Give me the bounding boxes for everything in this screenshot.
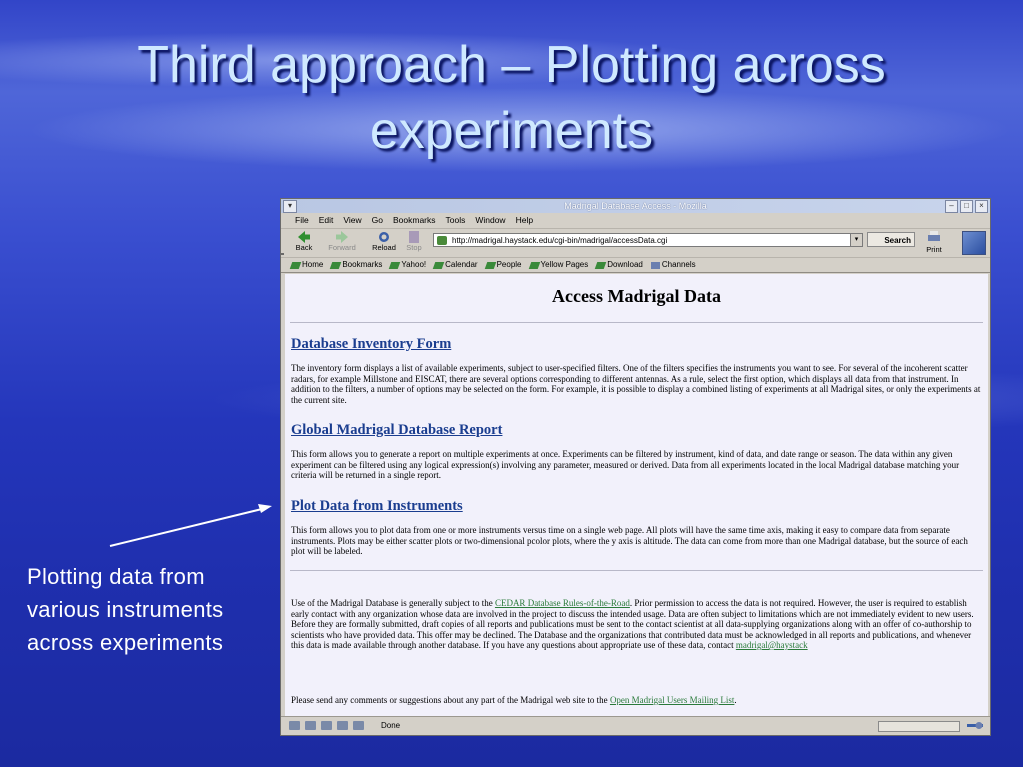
address-book-icon[interactable] <box>337 721 348 730</box>
menu-edit[interactable]: Edit <box>319 213 334 228</box>
global-report-text: This form allows you to generate a repor… <box>291 449 960 480</box>
page-content: Access Madrigal Data Database Inventory … <box>285 274 988 717</box>
bookmark-icon <box>594 261 607 269</box>
menu-bookmarks[interactable]: Bookmarks <box>393 213 436 228</box>
inventory-form-text: The inventory form displays a list of av… <box>291 363 981 405</box>
menu-help[interactable]: Help <box>516 213 533 228</box>
plot-data-link[interactable]: Plot Data from Instruments <box>291 498 983 515</box>
window-menu-icon[interactable]: ▾ <box>283 200 297 213</box>
rules-of-the-road-link[interactable]: CEDAR Database Rules-of-the-Road <box>495 598 630 608</box>
caption-line: various instruments <box>27 597 224 622</box>
bookmark-icon <box>528 261 540 269</box>
caption-line: Plotting data from <box>27 564 205 589</box>
channels-icon <box>650 261 660 269</box>
title-bar: ▾ Madrigal Database Access - Mozilla – □… <box>281 199 990 213</box>
bookmarks-toolbar: Home Bookmarks Yahoo! Calendar People Ye… <box>281 258 990 273</box>
menu-file[interactable]: File <box>295 213 309 228</box>
menu-tools[interactable]: Tools <box>446 213 466 228</box>
section-global-report: Global Madrigal Database Report This for… <box>291 422 983 481</box>
back-label: Back <box>295 243 313 252</box>
print-button[interactable]: Print <box>921 231 947 254</box>
bookmark-calendar[interactable]: Calendar <box>432 258 478 272</box>
slide-title-line1: Third approach – Plotting across <box>137 36 886 94</box>
menu-window[interactable]: Window <box>475 213 505 228</box>
close-icon[interactable]: × <box>975 200 988 213</box>
divider <box>290 322 983 323</box>
slide: { "slide": { "title_line1": "Third appro… <box>0 0 1023 767</box>
search-button[interactable]: Search <box>867 232 915 247</box>
global-report-link[interactable]: Global Madrigal Database Report <box>291 422 983 439</box>
url-input[interactable]: http://madrigal.haystack.edu/cgi-bin/mad… <box>433 233 863 247</box>
section-inventory: Database Inventory Form The inventory fo… <box>291 336 983 405</box>
stop-icon <box>409 231 419 243</box>
usage-text: Use of the Madrigal Database is generall… <box>291 598 974 650</box>
maximize-icon[interactable]: □ <box>960 200 973 213</box>
menu-view[interactable]: View <box>343 213 361 228</box>
chat-icon[interactable] <box>353 721 364 730</box>
navigation-toolbar: Back Forward Reload Stop http://madrigal… <box>281 229 990 258</box>
reload-icon <box>379 232 389 242</box>
bookmark-icon <box>484 261 496 269</box>
url-text: http://madrigal.haystack.edu/cgi-bin/mad… <box>452 236 668 245</box>
plot-data-text: This form allows you to plot data from o… <box>291 525 968 556</box>
bookmark-icon <box>432 261 445 269</box>
composer-icon[interactable] <box>321 721 332 730</box>
search-label: Search <box>884 236 911 245</box>
bookmark-home[interactable]: Home <box>289 258 323 272</box>
slide-title: Third approach – Plotting across experim… <box>0 32 1023 164</box>
bookmark-icon <box>389 261 401 269</box>
home-icon <box>289 261 302 269</box>
page-title: Access Madrigal Data <box>552 286 721 306</box>
status-bar: Done <box>281 716 990 735</box>
stop-button[interactable]: Stop <box>399 231 429 252</box>
section-comments: Please send any comments or suggestions … <box>291 695 983 706</box>
divider <box>290 570 983 571</box>
bookmark-channels[interactable]: Channels <box>650 258 696 272</box>
forward-button[interactable]: Forward <box>327 231 357 252</box>
inventory-form-link[interactable]: Database Inventory Form <box>291 336 983 353</box>
forward-arrow-icon <box>336 231 348 243</box>
menu-bar: File Edit View Go Bookmarks Tools Window… <box>281 213 990 229</box>
minimize-icon[interactable]: – <box>945 200 958 213</box>
section-usage: Use of the Madrigal Database is generall… <box>291 598 983 651</box>
bookmark-bookmarks[interactable]: Bookmarks <box>330 258 382 272</box>
mozilla-logo-icon <box>962 231 986 255</box>
status-text: Done <box>381 721 401 730</box>
forward-label: Forward <box>328 243 356 252</box>
sidebar-grippy[interactable] <box>281 253 284 255</box>
print-icon <box>928 231 940 241</box>
caption: Plotting data from various instruments a… <box>27 560 277 659</box>
browser-window: ▾ Madrigal Database Access - Mozilla – □… <box>280 198 991 736</box>
bookmark-yahoo[interactable]: Yahoo! <box>389 258 426 272</box>
navigator-icon[interactable] <box>289 721 300 730</box>
reload-button[interactable]: Reload <box>369 231 399 252</box>
bookmarks-icon <box>330 261 342 269</box>
url-dropdown-icon[interactable]: ▾ <box>850 234 862 246</box>
menu-go[interactable]: Go <box>372 213 383 228</box>
bookmark-yellow-pages[interactable]: Yellow Pages <box>528 258 588 272</box>
window-title: Madrigal Database Access - Mozilla <box>564 201 707 211</box>
progress-bar <box>878 721 960 732</box>
print-label: Print <box>926 245 942 254</box>
bookmark-people[interactable]: People <box>484 258 522 272</box>
comments-text: Please send any comments or suggestions … <box>291 695 737 705</box>
stop-label: Stop <box>406 243 422 252</box>
mailing-list-link[interactable]: Open Madrigal Users Mailing List <box>610 695 734 705</box>
caption-line: across experiments <box>27 630 224 655</box>
slide-title-line2: experiments <box>369 102 654 160</box>
section-plot-data: Plot Data from Instruments This form all… <box>291 498 983 557</box>
contact-email-link[interactable]: madrigal@haystack <box>736 640 808 650</box>
bookmark-download[interactable]: Download <box>594 258 643 272</box>
site-icon <box>437 236 447 245</box>
back-button[interactable]: Back <box>289 231 319 252</box>
back-arrow-icon <box>298 231 310 243</box>
mail-icon[interactable] <box>305 721 316 730</box>
security-lock-icon[interactable] <box>966 720 984 731</box>
reload-label: Reload <box>372 243 396 252</box>
